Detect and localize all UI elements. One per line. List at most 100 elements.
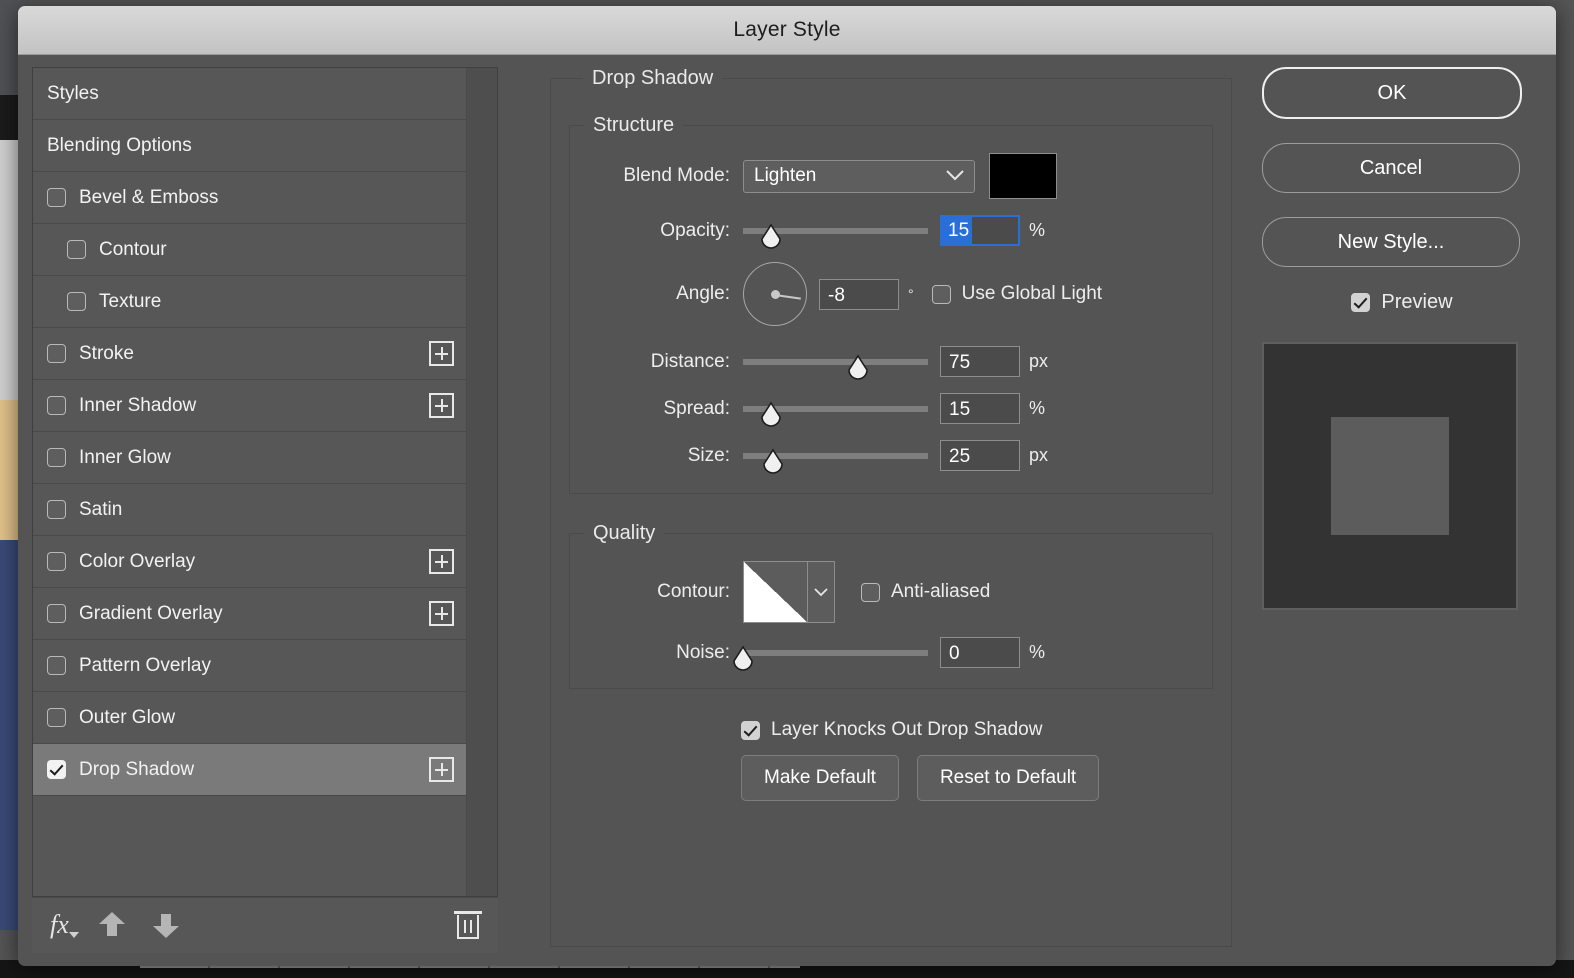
preview-label: Preview (1381, 291, 1453, 313)
slider-knob[interactable] (758, 401, 784, 427)
layer-knocks-out-row[interactable]: Layer Knocks Out Drop Shadow (571, 719, 1213, 741)
fx-icon[interactable]: fx (50, 910, 79, 940)
layer-knocks-out-checkbox[interactable] (741, 720, 760, 740)
angle-dial[interactable] (743, 262, 807, 326)
preview-checkbox[interactable] (1351, 293, 1371, 312)
style-list-item-pattern-overlay[interactable]: Pattern Overlay (33, 640, 466, 692)
slider-knob[interactable] (730, 645, 756, 671)
style-list-item-label: Styles (47, 82, 99, 104)
style-list-item-label: Gradient Overlay (79, 602, 223, 624)
style-list-item-label: Pattern Overlay (79, 654, 211, 676)
style-list-item-inner-shadow[interactable]: Inner Shadow (33, 380, 466, 432)
noise-slider[interactable] (733, 645, 928, 671)
style-list-item-outer-glow[interactable]: Outer Glow (33, 692, 466, 744)
style-list-item-satin[interactable]: Satin (33, 484, 466, 536)
chevron-down-icon[interactable] (807, 562, 834, 622)
reset-to-default-button[interactable]: Reset to Default (916, 755, 1100, 801)
layer-knocks-out-label: Layer Knocks Out Drop Shadow (771, 719, 1043, 740)
styles-list-empty-area (33, 796, 466, 896)
spread-unit: % (1029, 398, 1046, 418)
opacity-unit: % (1029, 220, 1046, 240)
effect-checkbox[interactable] (67, 240, 86, 259)
contour-label: Contour: (657, 581, 730, 602)
style-list-item-label: Bevel & Emboss (79, 186, 219, 208)
spread-slider[interactable] (743, 401, 928, 427)
distance-row: Distance: 75 px (570, 346, 1212, 380)
quality-legend: Quality (593, 522, 656, 544)
sidebar-toolbar: fx (32, 896, 498, 953)
add-effect-icon[interactable] (429, 757, 454, 782)
add-effect-icon[interactable] (429, 549, 454, 574)
contour-picker[interactable] (743, 561, 835, 623)
dialog-titlebar[interactable]: Layer Style (18, 6, 1556, 55)
noise-row: Noise: 0 % (570, 637, 1212, 671)
add-effect-icon[interactable] (429, 601, 454, 626)
effect-checkbox[interactable] (47, 500, 66, 519)
distance-input[interactable]: 75 (940, 346, 1020, 377)
anti-aliased-row[interactable]: Anti-aliased (861, 581, 990, 603)
contour-row: Contour: Anti-aliased (570, 561, 1212, 623)
effect-checkbox[interactable] (47, 396, 66, 415)
style-list-item-color-overlay[interactable]: Color Overlay (33, 536, 466, 588)
noise-input[interactable]: 0 (940, 637, 1020, 668)
effect-checkbox[interactable] (67, 292, 86, 311)
layer-style-dialog: Layer Style Styles Blending Options Bevel … (18, 6, 1556, 966)
effect-checkbox[interactable] (47, 344, 66, 363)
style-list-item-styles[interactable]: Styles (33, 68, 466, 120)
slider-knob[interactable] (845, 354, 871, 380)
distance-label: Distance: (650, 350, 730, 372)
ok-button[interactable]: OK (1262, 67, 1522, 119)
effect-checkbox[interactable] (47, 604, 66, 623)
fx-label: fx (50, 910, 69, 940)
use-global-light-checkbox[interactable] (931, 284, 951, 304)
style-list-item-inner-glow[interactable]: Inner Glow (33, 432, 466, 484)
opacity-input[interactable]: 15 (940, 215, 1020, 246)
slider-knob[interactable] (758, 223, 784, 249)
new-style-button[interactable]: New Style... (1262, 217, 1520, 267)
noise-unit: % (1029, 642, 1046, 662)
trash-icon[interactable] (454, 911, 482, 940)
shadow-color-swatch[interactable] (989, 153, 1057, 199)
style-list-item-texture[interactable]: Texture (33, 276, 466, 328)
default-buttons: Make Default Reset to Default (571, 755, 1213, 801)
anti-aliased-checkbox[interactable] (861, 582, 880, 602)
make-default-button[interactable]: Make Default (741, 755, 899, 801)
preview-shape (1331, 417, 1449, 535)
preview-toggle-row[interactable]: Preview (1262, 291, 1542, 314)
arrow-down-icon[interactable] (152, 912, 179, 939)
effect-checkbox[interactable] (47, 656, 66, 675)
blend-mode-value: Lighten (754, 165, 817, 186)
use-global-light-row[interactable]: Use Global Light (931, 283, 1102, 305)
styles-list-scrollbar[interactable] (466, 68, 497, 896)
effect-checkbox[interactable] (47, 188, 66, 207)
opacity-slider[interactable] (743, 223, 928, 249)
size-input[interactable]: 25 (940, 440, 1020, 471)
angle-label: Angle: (676, 283, 730, 304)
effect-checkbox[interactable] (47, 760, 66, 779)
slider-knob[interactable] (760, 448, 786, 474)
spread-input[interactable]: 15 (940, 393, 1020, 424)
blend-mode-select[interactable]: Lighten (743, 159, 975, 193)
arrow-up-icon[interactable] (98, 912, 125, 938)
style-list-item-gradient-overlay[interactable]: Gradient Overlay (33, 588, 466, 640)
style-list-item-drop-shadow[interactable]: Drop Shadow (33, 744, 466, 796)
style-list-item-stroke[interactable]: Stroke (33, 328, 466, 380)
effect-checkbox[interactable] (47, 708, 66, 727)
chevron-down-icon (946, 165, 964, 187)
style-list-item-blending-options[interactable]: Blending Options (33, 120, 466, 172)
add-effect-icon[interactable] (429, 393, 454, 418)
effect-checkbox[interactable] (47, 448, 66, 467)
cancel-button[interactable]: Cancel (1262, 143, 1520, 193)
angle-input[interactable]: -8 (819, 278, 899, 310)
size-slider[interactable] (743, 448, 928, 474)
distance-slider[interactable] (743, 354, 928, 380)
effect-checkbox[interactable] (47, 552, 66, 571)
style-list-item-contour[interactable]: Contour (33, 224, 466, 276)
style-list-item-label: Blending Options (47, 134, 192, 156)
drop-shadow-section: Drop Shadow Structure Blend Mode: Lighte… (550, 67, 1232, 947)
add-effect-icon[interactable] (429, 341, 454, 366)
opacity-row: Opacity: 15 % (570, 215, 1212, 249)
style-list-item-label: Inner Shadow (79, 394, 197, 416)
preview-thumbnail (1262, 342, 1518, 610)
style-list-item-bevel-emboss[interactable]: Bevel & Emboss (33, 172, 466, 224)
